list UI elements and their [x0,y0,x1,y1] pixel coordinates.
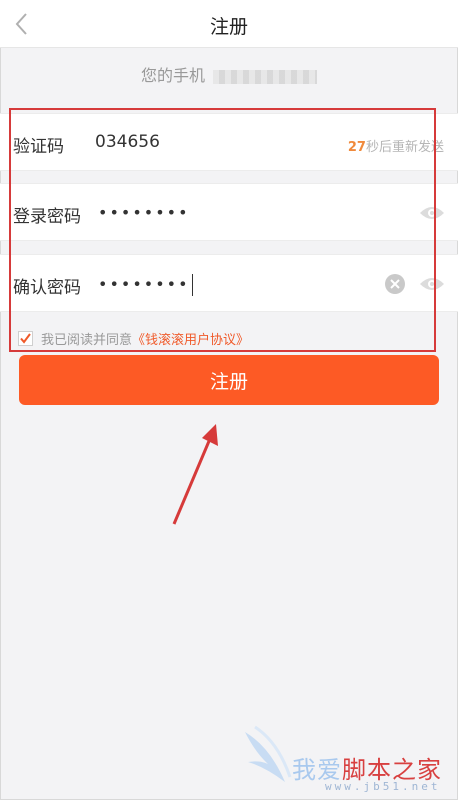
verification-code-row: 验证码 034656 27秒后重新发送 [0,113,458,171]
phone-number-masked [213,69,317,84]
agreement-text: 我已阅读并同意 [41,332,133,348]
clear-icon[interactable] [384,273,406,295]
text-caret [191,274,193,296]
password-input[interactable]: •••••••• [98,203,190,222]
resend-countdown: 27秒后重新发送 [348,136,444,155]
password-row: 登录密码 •••••••• [0,183,458,241]
register-button[interactable]: 注册 [19,355,439,405]
eye-icon[interactable] [419,275,445,293]
user-agreement-link[interactable]: 《钱滚滚用户协议》 [132,329,249,348]
phone-label: 您的手机 [140,66,205,85]
verification-code-label: 验证码 [13,137,64,157]
annotation-arrow-icon [172,424,218,525]
eye-icon[interactable] [419,204,445,222]
confirm-password-value: •••••••• [98,274,190,294]
verification-code-input[interactable]: 034656 [95,132,160,152]
confirm-password-row: 确认密码 •••••••• [0,254,458,312]
password-label: 登录密码 [13,207,81,227]
agreement-checkbox[interactable] [18,330,33,346]
countdown-seconds: 27 [347,140,366,155]
page-title: 注册 [209,16,248,38]
confirm-password-label: 确认密码 [13,278,81,298]
phone-info: 您的手机 [0,62,458,98]
agreement-row: 我已阅读并同意 《钱滚滚用户协议》 [18,326,249,350]
confirm-password-input[interactable]: •••••••• [98,274,193,296]
watermark: 我爱脚本之家 www.jb51.net [240,722,455,798]
countdown-suffix: 秒后重新发送 [365,140,444,155]
nav-bar: 注册 [0,0,458,48]
watermark-url: www.jb51.net [325,780,441,793]
